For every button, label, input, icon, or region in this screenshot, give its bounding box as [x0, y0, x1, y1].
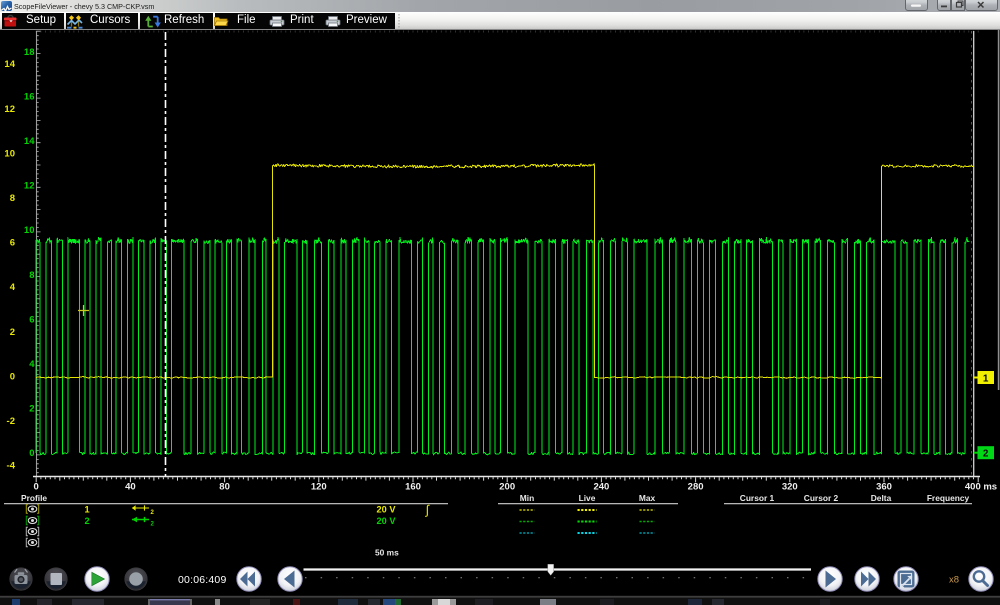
- svg-text:0: 0: [10, 371, 15, 382]
- svg-text:200: 200: [499, 482, 515, 493]
- svg-text:4: 4: [10, 282, 16, 293]
- svg-text:20 V: 20 V: [377, 516, 397, 526]
- svg-text:50 ms: 50 ms: [375, 548, 399, 558]
- svg-text:160: 160: [405, 482, 421, 493]
- svg-text:20 V: 20 V: [377, 505, 397, 515]
- svg-text:∫: ∫: [425, 503, 430, 517]
- svg-text:Delta: Delta: [871, 493, 892, 503]
- svg-text:10: 10: [24, 225, 35, 236]
- svg-text:40: 40: [125, 482, 136, 493]
- svg-text:240: 240: [593, 482, 609, 493]
- svg-text:Cursor 1: Cursor 1: [740, 493, 775, 503]
- svg-text:6: 6: [29, 314, 34, 325]
- svg-text:4: 4: [29, 359, 35, 370]
- svg-text:1: 1: [983, 374, 989, 385]
- svg-text:00:06:409: 00:06:409: [178, 574, 227, 586]
- svg-text:12: 12: [4, 104, 15, 115]
- svg-text:0: 0: [29, 448, 34, 459]
- svg-text:x8: x8: [949, 575, 959, 586]
- svg-text:Cursor 2: Cursor 2: [804, 493, 839, 503]
- svg-text:400 ms: 400 ms: [965, 482, 997, 493]
- svg-text:360: 360: [876, 482, 892, 493]
- svg-text:6: 6: [10, 238, 15, 249]
- svg-text:320: 320: [782, 482, 798, 493]
- svg-text:2: 2: [84, 516, 89, 526]
- svg-text:10: 10: [4, 148, 15, 159]
- svg-text:8: 8: [29, 270, 34, 281]
- svg-text:Max: Max: [639, 493, 656, 503]
- svg-text:2: 2: [983, 449, 989, 460]
- svg-text:280: 280: [688, 482, 704, 493]
- svg-text:Min: Min: [520, 493, 534, 503]
- svg-text:Profile: Profile: [21, 493, 47, 503]
- svg-text:-2: -2: [7, 416, 15, 427]
- svg-text:1: 1: [84, 505, 89, 515]
- svg-text:Frequency: Frequency: [927, 493, 970, 503]
- svg-text:14: 14: [4, 59, 15, 70]
- svg-text:-4: -4: [7, 461, 16, 472]
- svg-text:120: 120: [311, 482, 327, 493]
- svg-text:18: 18: [24, 47, 35, 58]
- svg-text:0: 0: [34, 482, 39, 493]
- svg-text:Live: Live: [579, 493, 596, 503]
- svg-text:14: 14: [24, 136, 35, 147]
- svg-text:80: 80: [219, 482, 230, 493]
- svg-text:12: 12: [24, 181, 35, 192]
- svg-text:2: 2: [10, 327, 15, 338]
- svg-text:16: 16: [24, 91, 35, 102]
- svg-text:8: 8: [10, 193, 15, 204]
- svg-text:2: 2: [29, 404, 34, 415]
